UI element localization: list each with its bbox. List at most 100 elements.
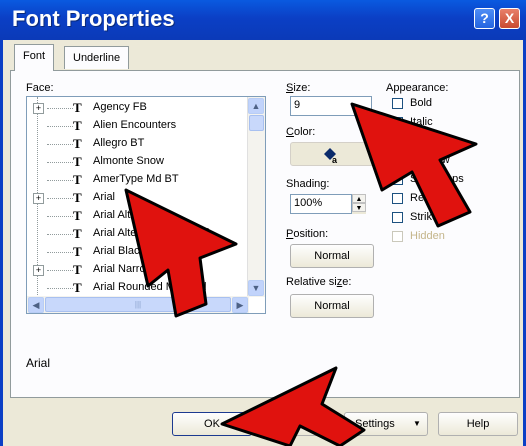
checkbox-small-caps[interactable] xyxy=(392,174,403,185)
font-list-item[interactable]: T Arial Rounded MT Bold xyxy=(27,279,247,297)
font-list-item[interactable]: T Arial Black xyxy=(27,243,247,261)
font-name: Alien Encounters xyxy=(93,119,177,131)
truetype-font-icon: T xyxy=(73,172,82,187)
checkbox-shadow[interactable] xyxy=(392,155,403,166)
font-name: Allegro BT xyxy=(93,137,145,149)
checkbox-label: Shadow xyxy=(410,154,450,166)
settings-label: Settings xyxy=(355,418,395,430)
tab-underline[interactable]: Underline xyxy=(64,46,130,69)
checkbox-strikeout[interactable] xyxy=(392,212,403,223)
font-list-item[interactable]: + T Arial xyxy=(27,189,247,207)
font-list-item[interactable]: T Arial Alternative xyxy=(27,207,247,225)
cancel-button[interactable]: Cancel xyxy=(258,412,338,436)
truetype-font-icon: T xyxy=(73,226,82,241)
font-list-item[interactable]: + T Agency FB xyxy=(27,99,247,117)
help-title-button[interactable]: ? xyxy=(474,8,495,29)
checkbox-label: Outline xyxy=(410,135,445,147)
shading-label: Shading: xyxy=(286,178,330,190)
truetype-font-icon: T xyxy=(73,190,82,205)
expand-icon[interactable]: + xyxy=(33,103,44,114)
svg-text:a: a xyxy=(332,155,338,164)
truetype-font-icon: T xyxy=(73,100,82,115)
font-name: Arial Alternative Symbol xyxy=(93,227,210,239)
scroll-up-button[interactable]: ▲ xyxy=(248,98,264,114)
checkbox-hidden[interactable] xyxy=(392,231,403,242)
font-name: Arial Alternative xyxy=(93,209,170,221)
shading-field[interactable]: 100% xyxy=(290,194,352,214)
font-name: Arial Rounded MT Bold xyxy=(93,281,207,293)
checkbox-italic[interactable] xyxy=(392,117,403,128)
title-bar: Font Properties ? X xyxy=(0,0,526,40)
close-button[interactable]: X xyxy=(499,8,520,29)
font-preview: Arial xyxy=(26,356,51,370)
truetype-font-icon: T xyxy=(73,208,82,223)
tree-connector xyxy=(47,162,73,163)
truetype-font-icon: T xyxy=(73,118,82,133)
face-label: Face: xyxy=(26,82,54,94)
expand-icon[interactable]: + xyxy=(33,193,44,204)
font-name: AmerType Md BT xyxy=(93,173,179,185)
truetype-font-icon: T xyxy=(73,136,82,151)
window-title: Font Properties xyxy=(12,6,175,31)
scroll-right-button[interactable]: ▶ xyxy=(232,297,248,313)
font-list-item[interactable]: T Allegro BT xyxy=(27,135,247,153)
paint-bucket-icon: a xyxy=(324,148,338,164)
checkbox-label: Bold xyxy=(410,97,433,109)
size-label: Size: xyxy=(286,82,311,94)
tree-connector xyxy=(47,252,73,253)
font-list-item[interactable]: T Almonte Snow xyxy=(27,153,247,171)
dropdown-arrow-icon: ▼ xyxy=(413,419,421,428)
tree-connector xyxy=(47,126,73,127)
truetype-font-icon: T xyxy=(73,280,82,295)
truetype-font-icon: T xyxy=(73,262,82,277)
tab-font[interactable]: Font xyxy=(14,44,55,71)
font-list-item[interactable]: T Alien Encounters xyxy=(27,117,247,135)
face-listbox[interactable]: + T Agency FB T Alien Encounters T Allegro BT T… xyxy=(26,96,266,314)
scroll-down-button[interactable]: ▼ xyxy=(248,280,264,296)
expand-icon[interactable]: + xyxy=(33,265,44,276)
font-list-item[interactable]: T Arial Alternative Symbol xyxy=(27,225,247,243)
tree-connector xyxy=(47,198,73,199)
settings-button[interactable]: Settings ▼ xyxy=(344,412,428,436)
position-button[interactable]: Normal xyxy=(290,244,374,268)
tree-connector xyxy=(47,288,73,289)
vertical-scrollbar[interactable]: ▲ ▼ xyxy=(247,97,265,297)
horizontal-scroll-thumb[interactable]: ||| xyxy=(45,297,231,312)
font-list-item[interactable]: T AmerType Md BT xyxy=(27,171,247,189)
font-name: Arial xyxy=(93,191,116,203)
checkbox-redline[interactable] xyxy=(392,193,403,204)
help-button[interactable]: Help xyxy=(438,412,518,436)
checkbox-outline[interactable] xyxy=(392,136,403,147)
checkbox-bold[interactable] xyxy=(392,98,403,109)
checkbox-label: Redline xyxy=(410,192,448,204)
size-combo[interactable]: 9 xyxy=(290,96,372,116)
spin-up-button[interactable]: ▲ xyxy=(352,194,366,203)
tree-connector xyxy=(47,234,73,235)
font-name: Almonte Snow xyxy=(93,155,164,167)
relative-size-button[interactable]: Normal xyxy=(290,294,374,318)
font-name: Arial Black xyxy=(93,245,145,257)
ok-button[interactable]: OK xyxy=(172,412,252,436)
truetype-font-icon: T xyxy=(73,154,82,169)
color-label: Color: xyxy=(286,126,316,138)
checkbox-label: Small caps xyxy=(410,173,464,185)
tree-connector xyxy=(47,144,73,145)
font-name: Arial Narrow xyxy=(93,263,154,275)
horizontal-scrollbar[interactable]: ◀ ||| ▶ xyxy=(27,296,249,313)
scroll-thumb[interactable] xyxy=(249,115,264,131)
shading-spinner[interactable]: ▲ ▼ xyxy=(352,194,366,214)
font-list-item[interactable]: + T Arial Narrow xyxy=(27,261,247,279)
color-picker-button[interactable]: a xyxy=(290,142,374,166)
tree-connector xyxy=(47,270,73,271)
position-label: Position: xyxy=(286,228,329,240)
checkbox-label: Hidden xyxy=(410,230,445,242)
checkbox-label: Italic xyxy=(410,116,433,128)
relative-size-label: Relative size: xyxy=(286,276,352,288)
spin-down-button[interactable]: ▼ xyxy=(352,203,366,212)
font-name: Agency FB xyxy=(93,101,147,113)
tree-connector xyxy=(47,216,73,217)
tree-connector xyxy=(47,108,73,109)
truetype-font-icon: T xyxy=(73,244,82,259)
checkbox-label: Strikeout xyxy=(410,211,454,223)
scroll-left-button[interactable]: ◀ xyxy=(28,297,44,313)
